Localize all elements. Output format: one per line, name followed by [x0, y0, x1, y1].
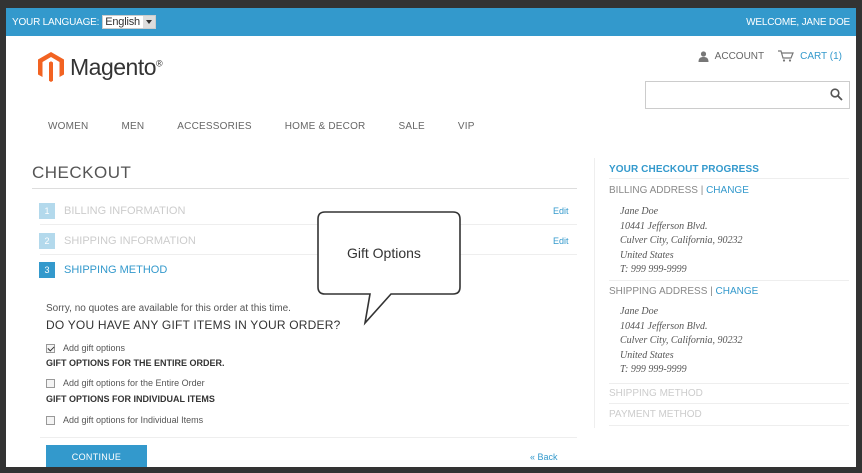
- nav-item-sale[interactable]: SALE: [398, 121, 424, 132]
- step-number: 1: [39, 203, 55, 219]
- chevron-down-icon: [142, 16, 155, 28]
- welcome-message: WELCOME, JANE DOE: [746, 16, 850, 28]
- step-shipping[interactable]: 2 SHIPPING INFORMATION: [39, 233, 196, 249]
- top-bar: YOUR LANGUAGE: English WELCOME, JANE DOE: [6, 8, 856, 36]
- cart-link[interactable]: CART (1): [778, 50, 842, 62]
- checkbox-label: Add gift options for Individual Items: [63, 415, 204, 425]
- person-icon: [698, 50, 709, 62]
- individual-items-checkbox[interactable]: Add gift options for Individual Items: [46, 415, 203, 425]
- page-title: CHECKOUT: [32, 163, 132, 182]
- entire-order-checkbox[interactable]: Add gift options for the Entire Order: [46, 378, 205, 388]
- divider: [609, 403, 849, 404]
- step-number: 3: [39, 262, 55, 278]
- cart-icon: [778, 50, 795, 62]
- account-label: ACCOUNT: [714, 50, 765, 62]
- checkbox[interactable]: [46, 415, 55, 425]
- nav-item-vip[interactable]: VIP: [458, 121, 475, 132]
- edit-billing-link[interactable]: Edit: [553, 206, 569, 216]
- cart-label: CART (1): [800, 50, 842, 62]
- step-label: SHIPPING METHOD: [64, 264, 168, 276]
- main-nav: WOMEN MEN ACCESSORIES HOME & DECOR SALE …: [48, 121, 508, 132]
- nav-item-men[interactable]: MEN: [121, 121, 144, 132]
- search-icon[interactable]: [830, 88, 843, 101]
- divider: [40, 254, 577, 255]
- nav-item-accessories[interactable]: ACCESSORIES: [177, 121, 251, 132]
- individual-items-heading: GIFT OPTIONS FOR INDIVIDUAL ITEMS: [46, 394, 215, 404]
- divider: [609, 280, 849, 281]
- progress-title: YOUR CHECKOUT PROGRESS: [609, 164, 759, 175]
- magento-logo-icon: [38, 52, 64, 82]
- account-links: ACCOUNT CART (1): [698, 50, 842, 62]
- window-top-border: [0, 0, 862, 8]
- checkbox-label: Add gift options for the Entire Order: [63, 378, 205, 388]
- billing-address: Jane Doe 10441 Jefferson Blvd. Culver Ci…: [620, 206, 743, 275]
- search-input[interactable]: [645, 81, 850, 109]
- step-billing[interactable]: 1 BILLING INFORMATION: [39, 203, 185, 219]
- language-value: English: [105, 16, 140, 28]
- back-link[interactable]: « Back: [530, 452, 558, 462]
- nav-item-women[interactable]: WOMEN: [48, 121, 88, 132]
- divider: [609, 383, 849, 384]
- language-label: YOUR LANGUAGE:: [12, 16, 100, 28]
- divider: [609, 425, 849, 426]
- sidebar-divider: [594, 158, 595, 428]
- continue-button[interactable]: CONTINUE: [46, 445, 147, 468]
- checkbox-label: Add gift options: [63, 343, 126, 353]
- no-quotes-message: Sorry, no quotes are available for this …: [46, 303, 291, 314]
- step-shipping-method[interactable]: 3 SHIPPING METHOD: [39, 262, 167, 278]
- step-label: SHIPPING INFORMATION: [64, 235, 196, 247]
- callout-label: Gift Options: [347, 245, 421, 261]
- billing-address-heading: BILLING ADDRESS | CHANGE: [609, 185, 749, 196]
- entire-order-heading: GIFT OPTIONS FOR THE ENTIRE ORDER.: [46, 358, 225, 368]
- change-billing-link[interactable]: CHANGE: [706, 185, 749, 196]
- divider: [32, 188, 577, 189]
- divider: [609, 178, 849, 179]
- add-gift-options-checkbox[interactable]: Add gift options: [46, 343, 125, 353]
- payment-method-progress: PAYMENT METHOD: [609, 409, 702, 420]
- shipping-address-heading: SHIPPING ADDRESS | CHANGE: [609, 286, 759, 297]
- divider: [40, 224, 577, 225]
- divider: [40, 437, 577, 438]
- shipping-method-progress: SHIPPING METHOD: [609, 388, 703, 399]
- window-frame-bottom: [0, 467, 862, 473]
- change-shipping-link[interactable]: CHANGE: [716, 286, 759, 297]
- account-link[interactable]: ACCOUNT: [698, 51, 764, 62]
- checkbox[interactable]: [46, 343, 55, 353]
- edit-shipping-link[interactable]: Edit: [553, 236, 569, 246]
- callout-bubble: [317, 211, 461, 326]
- language-select[interactable]: English: [102, 15, 156, 29]
- shipping-address: Jane Doe 10441 Jefferson Blvd. Culver Ci…: [620, 306, 743, 375]
- logo-text: Magento®: [70, 53, 163, 80]
- gift-question: DO YOU HAVE ANY GIFT ITEMS IN YOUR ORDER…: [46, 318, 341, 332]
- language-switcher: YOUR LANGUAGE: English: [12, 15, 156, 29]
- nav-item-home-decor[interactable]: HOME & DECOR: [285, 121, 366, 132]
- checkbox[interactable]: [46, 378, 55, 388]
- logo[interactable]: Magento®: [38, 52, 163, 82]
- step-label: BILLING INFORMATION: [64, 205, 186, 217]
- step-number: 2: [39, 233, 55, 249]
